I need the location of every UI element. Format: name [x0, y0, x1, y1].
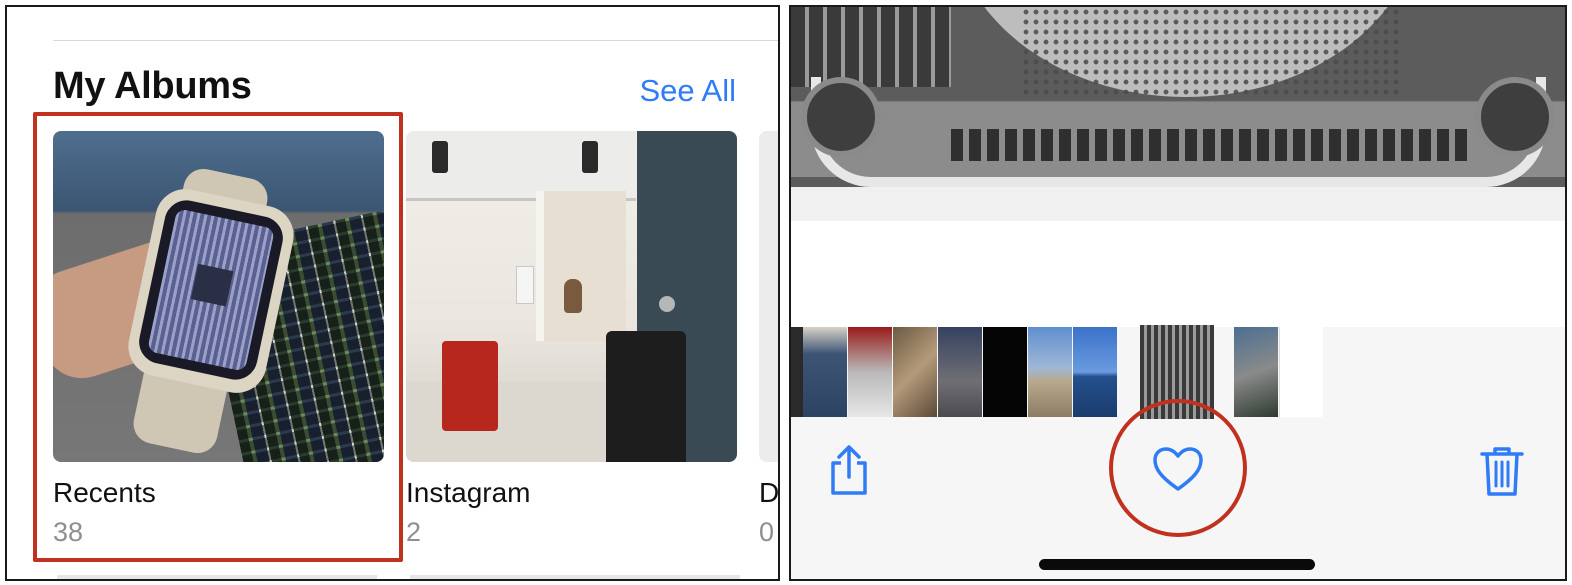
album-name: Instagram — [406, 477, 531, 508]
album-count: 2 — [406, 517, 422, 547]
filmstrip-frame[interactable] — [893, 327, 937, 417]
next-row-edge — [410, 575, 740, 579]
album-recents[interactable]: Recents 38 — [53, 131, 384, 547]
see-all-link[interactable]: See All — [639, 73, 736, 109]
album-count: 38 — [53, 517, 84, 547]
heart-icon — [1153, 447, 1203, 491]
album-name: D — [759, 477, 780, 508]
albums-screen: My Albums See All Recents 38 Instagram 2… — [5, 5, 780, 581]
next-row-edge — [57, 575, 377, 579]
album-instagram[interactable]: Instagram 2 — [406, 131, 737, 547]
filmstrip-frame[interactable] — [1234, 327, 1278, 417]
home-indicator[interactable] — [1039, 559, 1315, 570]
filmstrip[interactable] — [791, 325, 1565, 419]
album-thumbnail[interactable] — [759, 131, 778, 462]
photo-viewer — [789, 5, 1567, 581]
filmstrip-frame[interactable] — [848, 327, 892, 417]
filmstrip-current-frame[interactable] — [1140, 325, 1214, 419]
top-divider — [53, 40, 778, 41]
filmstrip-frame[interactable] — [803, 327, 847, 417]
xray-photo — [791, 7, 1565, 221]
kitchen-photo — [406, 131, 737, 462]
filmstrip-frame[interactable] — [791, 327, 803, 417]
album-partial[interactable]: D 0 — [759, 131, 778, 547]
album-thumbnail[interactable] — [53, 131, 384, 462]
album-count: 0 — [759, 517, 775, 547]
filmstrip-frame[interactable] — [1073, 327, 1117, 417]
trash-icon — [1480, 447, 1524, 496]
photo-background — [791, 221, 1565, 327]
section-title: My Albums — [53, 65, 252, 107]
album-thumbnail[interactable] — [406, 131, 737, 462]
share-icon — [831, 445, 867, 495]
filmstrip-frame[interactable] — [1028, 327, 1072, 417]
delete-button[interactable] — [1478, 444, 1526, 503]
album-name: Recents — [53, 477, 156, 508]
favorite-button[interactable] — [1151, 445, 1205, 498]
filmstrip-frame[interactable] — [938, 327, 982, 417]
share-button[interactable] — [827, 443, 871, 502]
filmstrip-frame[interactable] — [1279, 327, 1323, 417]
watch-photo — [53, 131, 384, 462]
filmstrip-frame[interactable] — [983, 327, 1027, 417]
